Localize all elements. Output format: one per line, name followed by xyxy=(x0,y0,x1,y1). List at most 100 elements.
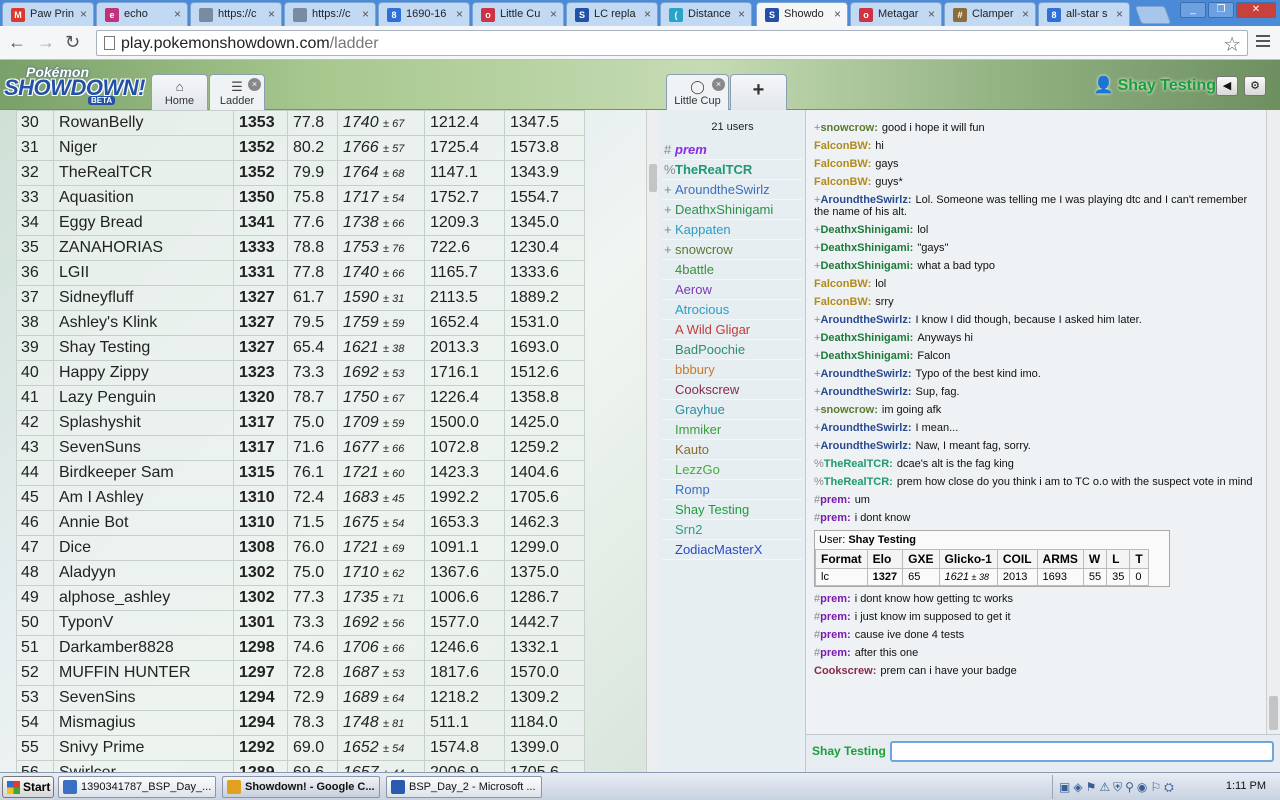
ladder-row[interactable]: 44 Birdkeeper Sam 1315 76.1 1721 ± 60 1423.3 1… xyxy=(16,460,585,486)
user-list-item[interactable]: Atrocious xyxy=(662,300,802,320)
user-list-item[interactable]: Romp xyxy=(662,480,802,500)
user-list-item[interactable]: Immiker xyxy=(662,420,802,440)
taskbar-item[interactable]: 1390341787_BSP_Day_... xyxy=(58,776,216,798)
user-list-item[interactable]: + snowcrow xyxy=(662,240,802,260)
browser-tab[interactable]: M Paw Prin × xyxy=(2,2,94,26)
user-list-item[interactable]: # prem xyxy=(662,140,802,160)
ladder-row[interactable]: 36 LGII 1331 77.8 1740 ± 66 1165.7 1333.6 xyxy=(16,260,585,286)
user-list-item[interactable]: Srn2 xyxy=(662,520,802,540)
sound-icon[interactable]: ◀ xyxy=(1216,76,1238,96)
player-name[interactable]: Splashyshit xyxy=(53,410,234,436)
close-tab-icon[interactable]: × xyxy=(738,7,745,21)
chat-author[interactable]: AroundtheSwirlz: xyxy=(820,386,911,398)
address-bar[interactable]: play.pokemonshowdown.com/ladder ☆ xyxy=(96,30,1248,56)
ladder-row[interactable]: 45 Am I Ashley 1310 72.4 1683 ± 45 1992.2 1705… xyxy=(16,485,585,511)
ladder-row[interactable]: 35 ZANAHORIAS 1333 78.8 1753 ± 76 722.6 1230.4 xyxy=(16,235,585,261)
chat-author[interactable]: TheRealTCR: xyxy=(824,476,893,488)
user-list-item[interactable]: bbbury xyxy=(662,360,802,380)
ladder-row[interactable]: 46 Annie Bot 1310 71.5 1675 ± 54 1653.3 1462.3 xyxy=(16,510,585,536)
player-name[interactable]: SevenSins xyxy=(53,685,234,711)
player-name[interactable]: TyponV xyxy=(53,610,234,636)
user-list-item[interactable]: LezzGo xyxy=(662,460,802,480)
chat-author[interactable]: DeathxShinigami: xyxy=(820,332,913,344)
player-name[interactable]: ZANAHORIAS xyxy=(53,235,234,261)
chat-author[interactable]: prem: xyxy=(820,629,851,641)
close-tab-icon[interactable]: × xyxy=(550,7,557,21)
user-list-item[interactable]: Kauto xyxy=(662,440,802,460)
bookmark-star-icon[interactable]: ☆ xyxy=(1223,32,1241,57)
gear-icon[interactable]: ⚙ xyxy=(1244,76,1266,96)
chat-author[interactable]: FalconBW: xyxy=(814,140,871,152)
ladder-row[interactable]: 42 Splashyshit 1317 75.0 1709 ± 59 1500.0 1425… xyxy=(16,410,585,436)
chat-author[interactable]: AroundtheSwirlz: xyxy=(820,422,911,434)
ladder-row[interactable]: 50 TyponV 1301 73.3 1692 ± 56 1577.0 1442.7 xyxy=(16,610,585,636)
browser-tab[interactable]: https://c × xyxy=(284,2,376,26)
user-list-item[interactable]: + AroundtheSwirlz xyxy=(662,180,802,200)
ladder-row[interactable]: 37 Sidneyfluff 1327 61.7 1590 ± 31 2113.5 1889… xyxy=(16,285,585,311)
ladder-row[interactable]: 39 Shay Testing 1327 65.4 1621 ± 38 2013.3 169… xyxy=(16,335,585,361)
chat-input[interactable] xyxy=(890,741,1274,762)
showdown-logo[interactable]: Pokémon SHOWDOWN! BETA xyxy=(2,64,148,106)
ladder-row[interactable]: 31 Niger 1352 80.2 1766 ± 57 1725.4 1573.8 xyxy=(16,135,585,161)
player-name[interactable]: Snivy Prime xyxy=(53,735,234,761)
tab-ladder[interactable]: ☰ Ladder × xyxy=(209,74,265,110)
chat-author[interactable]: snowcrow: xyxy=(820,404,877,416)
user-list-item[interactable]: Cookscrew xyxy=(662,380,802,400)
user-list-item[interactable]: 4battle xyxy=(662,260,802,280)
chat-author[interactable]: prem: xyxy=(820,611,851,623)
close-window-button[interactable]: ✕ xyxy=(1236,2,1276,18)
user-list-item[interactable]: + DeathxShinigami xyxy=(662,200,802,220)
back-arrow-icon[interactable]: ← xyxy=(8,33,26,51)
ladder-row[interactable]: 34 Eggy Bread 1341 77.6 1738 ± 66 1209.3 1345.… xyxy=(16,210,585,236)
chat-author[interactable]: prem: xyxy=(820,494,851,506)
player-name[interactable]: LGII xyxy=(53,260,234,286)
browser-tab[interactable]: https://c × xyxy=(190,2,282,26)
user-list-item[interactable]: Shay Testing xyxy=(662,500,802,520)
maximize-button[interactable]: ❐ xyxy=(1208,2,1234,18)
player-name[interactable]: RowanBelly xyxy=(53,110,234,136)
player-name[interactable]: alphose_ashley xyxy=(53,585,234,611)
player-name[interactable]: Happy Zippy xyxy=(53,360,234,386)
chat-author[interactable]: FalconBW: xyxy=(814,296,871,308)
close-tab-icon[interactable]: × xyxy=(248,78,261,91)
user-list-item[interactable]: + Kappaten xyxy=(662,220,802,240)
taskbar-item[interactable]: Showdown! - Google C... xyxy=(222,776,380,798)
player-name[interactable]: Shay Testing xyxy=(53,335,234,361)
ladder-row[interactable]: 38 Ashley's Klink 1327 79.5 1759 ± 59 1652.4 1… xyxy=(16,310,585,336)
player-name[interactable]: Dice xyxy=(53,535,234,561)
browser-tab[interactable]: e echo × xyxy=(96,2,188,26)
new-room-button[interactable]: + xyxy=(730,74,787,110)
player-name[interactable]: Mismagius xyxy=(53,710,234,736)
user-list-item[interactable]: A Wild Gligar xyxy=(662,320,802,340)
player-name[interactable]: Ashley's Klink xyxy=(53,310,234,336)
chat-author[interactable]: FalconBW: xyxy=(814,158,871,170)
browser-tab[interactable]: # Clamper × xyxy=(944,2,1036,26)
ladder-row[interactable]: 56Swirlcer128969.61657 ± 442006.91705.6 xyxy=(16,760,585,772)
ladder-row[interactable]: 41 Lazy Penguin 1320 78.7 1750 ± 67 1226.4 135… xyxy=(16,385,585,411)
browser-tab[interactable]: o Metagar × xyxy=(850,2,942,26)
player-name[interactable]: Swirlcer xyxy=(53,760,234,772)
close-tab-icon[interactable]: × xyxy=(456,7,463,21)
forward-arrow-icon[interactable]: → xyxy=(37,33,55,51)
chat-author[interactable]: AroundtheSwirlz: xyxy=(820,440,911,452)
chat-author[interactable]: AroundtheSwirlz: xyxy=(820,194,911,206)
tab-little-cup[interactable]: ◯ Little Cup × xyxy=(666,74,729,110)
ladder-scrollbar[interactable] xyxy=(646,110,659,772)
user-list-item[interactable]: BadPoochie xyxy=(662,340,802,360)
ladder-row[interactable]: 55 Snivy Prime 1292 69.0 1652 ± 54 1574.8 1399… xyxy=(16,735,585,761)
new-tab-button[interactable] xyxy=(1134,6,1172,24)
start-button[interactable]: Start xyxy=(2,776,54,798)
chat-author[interactable]: FalconBW: xyxy=(814,278,871,290)
scrollbar-thumb[interactable] xyxy=(649,164,657,192)
user-list-item[interactable]: Aerow xyxy=(662,280,802,300)
chat-author[interactable]: snowcrow: xyxy=(820,122,877,134)
ladder-row[interactable]: 52 MUFFIN HUNTER 1297 72.8 1687 ± 53 1817.6 15… xyxy=(16,660,585,686)
chat-author[interactable]: FalconBW: xyxy=(814,176,871,188)
chat-author[interactable]: TheRealTCR: xyxy=(824,458,893,470)
browser-tab[interactable]: (Distance × xyxy=(660,2,752,26)
player-name[interactable]: MUFFIN HUNTER xyxy=(53,660,234,686)
tray-icons[interactable]: ▣◈⚑⚠⛨⚲◉⚐⛭ xyxy=(1059,780,1177,795)
close-tab-icon[interactable]: × xyxy=(834,7,841,21)
chat-author[interactable]: AroundtheSwirlz: xyxy=(820,314,911,326)
browser-tab[interactable]: o Little Cu × xyxy=(472,2,564,26)
